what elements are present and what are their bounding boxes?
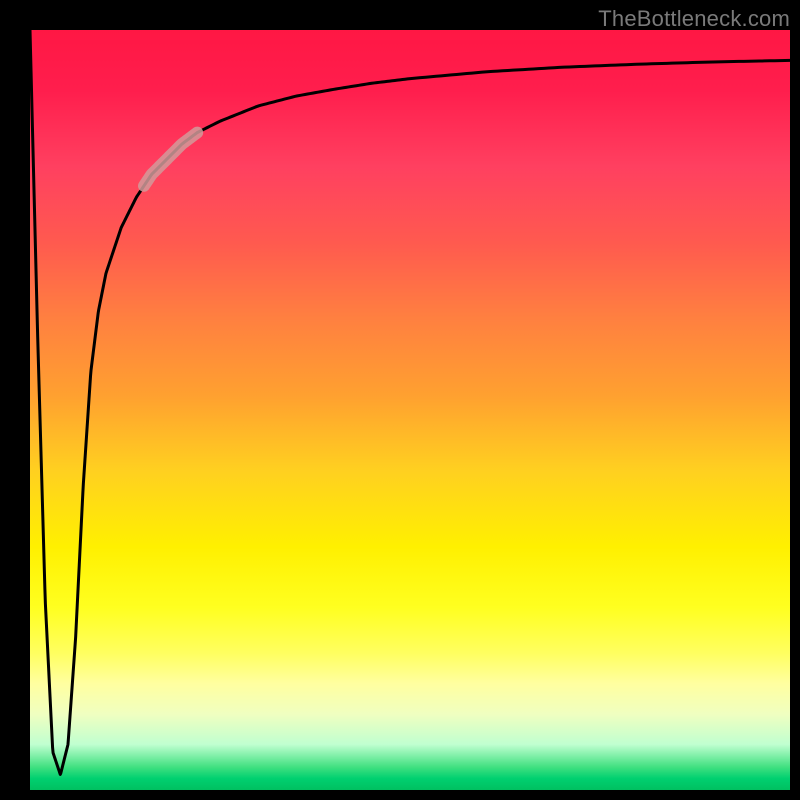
bottleneck-curve: [30, 30, 790, 774]
chart-svg: [30, 30, 790, 790]
plot-gradient-area: [30, 30, 790, 790]
outer-frame: TheBottleneck.com: [0, 0, 800, 800]
watermark-text: TheBottleneck.com: [598, 6, 790, 32]
curve-highlight-segment: [144, 133, 197, 186]
